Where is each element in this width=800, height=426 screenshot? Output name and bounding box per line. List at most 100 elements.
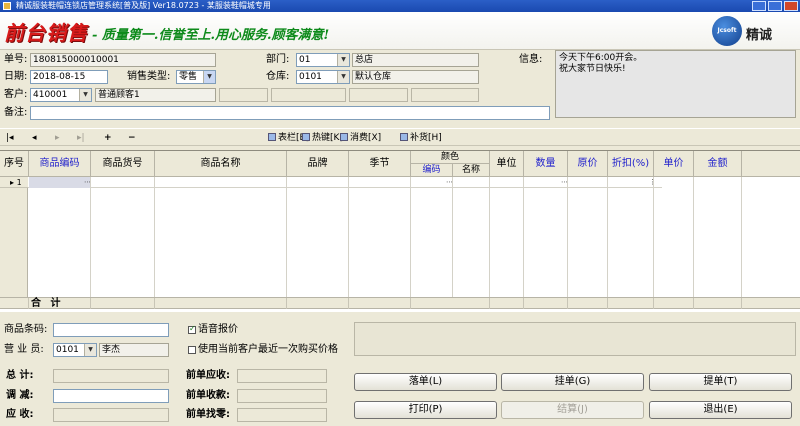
sale-type-value: 零售 — [179, 72, 198, 82]
sale-type-label: 销售类型: — [127, 71, 171, 82]
grid-total-cell — [653, 298, 654, 309]
col-amount[interactable]: 金额 — [694, 151, 742, 177]
dept-code-select[interactable]: 01 ▼ — [296, 53, 350, 67]
prev-record-button[interactable]: ◂ — [32, 131, 37, 145]
settle-button[interactable]: 结算(J) — [501, 401, 644, 419]
hotkey-button[interactable]: 热键[K] — [302, 131, 343, 145]
grid-total-row: 合 计 — [0, 297, 800, 309]
first-record-button[interactable]: |◂ — [6, 131, 14, 145]
col-color-code[interactable]: 编码 — [411, 164, 453, 177]
exit-button[interactable]: 退出(E) — [649, 401, 792, 419]
col-brand[interactable]: 品牌 — [287, 151, 349, 177]
customer-extra-field-1 — [219, 88, 268, 102]
grid-total-cell — [410, 298, 411, 309]
col-unit[interactable]: 单位 — [490, 151, 524, 177]
grid-line — [653, 177, 654, 297]
date-label: 日期: — [4, 71, 28, 82]
customer-name-field: 普通顾客1 — [95, 88, 216, 102]
order-no-field[interactable]: 180815000010001 — [30, 53, 216, 67]
barcode-input[interactable] — [53, 323, 169, 337]
customer-code-select[interactable]: 410001 ▼ — [30, 88, 92, 102]
total-label: 总 计: — [6, 370, 34, 381]
sale-type-select[interactable]: 零售 ▼ — [176, 70, 216, 84]
col-color-name[interactable]: 名称 — [453, 164, 490, 177]
chevron-down-icon[interactable]: ▼ — [337, 71, 349, 83]
dept-label: 部门: — [266, 54, 290, 65]
maximize-icon[interactable] — [768, 1, 782, 11]
supplement-button[interactable]: 补货[H] — [400, 131, 442, 145]
retrieve-order-button[interactable]: 提单(T) — [649, 373, 792, 391]
salesman-code-select[interactable]: 0101 ▼ — [53, 343, 97, 357]
customer-label: 客户: — [4, 89, 28, 100]
col-filler — [742, 151, 800, 177]
hold-order-button[interactable]: 落单(L) — [354, 373, 497, 391]
grid-total-cell — [523, 298, 524, 309]
window-titlebar: 精诚服装鞋帽连锁店管理系统[普及版] Ver18.0723 - 某服装鞋帽城专用 — [0, 0, 800, 12]
grid-total-cell — [286, 298, 287, 309]
order-no-label: 单号: — [4, 54, 28, 65]
col-qty[interactable]: 数量 — [524, 151, 568, 177]
warehouse-code-select[interactable]: 0101 ▼ — [296, 70, 350, 84]
grid-line — [607, 177, 608, 297]
grid-total-label: 合 计 — [31, 298, 64, 309]
print-button[interactable]: 打印(P) — [354, 401, 497, 419]
col-code[interactable]: 商品编码 — [29, 151, 91, 177]
barcode-label: 商品条码: — [4, 324, 48, 335]
consume-label: 消费[X] — [350, 133, 382, 143]
grid-line — [90, 177, 91, 297]
col-name[interactable]: 商品名称 — [155, 151, 287, 177]
selected-cell[interactable] — [29, 177, 90, 188]
last-record-button[interactable]: ▸| — [77, 131, 85, 145]
brand-title: 前台销售 — [4, 21, 88, 45]
grid-line — [452, 177, 453, 297]
chevron-down-icon[interactable]: ▼ — [203, 71, 215, 83]
app-icon — [3, 2, 11, 10]
remark-field[interactable] — [30, 106, 550, 120]
supplement-label: 补货[H] — [410, 133, 442, 143]
delete-row-button[interactable]: − — [128, 131, 136, 145]
window-controls — [752, 1, 798, 11]
grid-line — [741, 177, 742, 297]
date-field[interactable]: 2018-08-15 — [30, 70, 108, 84]
customer-extra-field-3 — [349, 88, 408, 102]
col-season[interactable]: 季节 — [349, 151, 411, 177]
prev-change-label: 前单找零: — [186, 409, 230, 420]
prev-receivable-label: 前单应收: — [186, 370, 230, 381]
minimize-icon[interactable] — [752, 1, 766, 11]
close-icon[interactable] — [784, 1, 798, 11]
col-item-no[interactable]: 商品货号 — [91, 151, 155, 177]
chevron-down-icon[interactable]: ▼ — [337, 54, 349, 66]
grid-line — [348, 177, 349, 297]
suspend-order-button[interactable]: 挂单(G) — [501, 373, 644, 391]
grid-line — [410, 177, 411, 297]
col-discount[interactable]: 折扣(%) — [608, 151, 654, 177]
last-price-checkbox[interactable] — [188, 346, 196, 354]
grid-total-cell — [693, 298, 694, 309]
voice-checkbox[interactable] — [188, 324, 196, 334]
col-orig-price[interactable]: 原价 — [568, 151, 608, 177]
chevron-down-icon[interactable]: ▼ — [84, 344, 96, 356]
info-label: 信息: — [519, 54, 543, 65]
prev-received-label: 前单收款: — [186, 390, 230, 401]
consume-button[interactable]: 消费[X] — [340, 131, 381, 145]
slogan: - 质量第一.信誉至上.用心服务.顾客满意! — [92, 28, 330, 43]
warehouse-name-field: 默认仓库 — [352, 70, 479, 84]
banner: 前台销售 - 质量第一.信誉至上.用心服务.顾客满意! Jcsoft 精诚 — [0, 12, 800, 50]
grid-total-cell — [348, 298, 349, 309]
hotkey-label: 热键[K] — [312, 133, 343, 143]
grid-line — [567, 177, 568, 297]
salesman-name-field: 李杰 — [99, 343, 169, 357]
col-price[interactable]: 单价 — [654, 151, 694, 177]
chevron-down-icon[interactable]: ▼ — [79, 89, 91, 101]
receivable-label: 应 收: — [6, 409, 34, 420]
receivable-field — [53, 408, 169, 422]
adjust-field[interactable] — [53, 389, 169, 403]
add-row-button[interactable]: + — [104, 131, 112, 145]
salesman-code-value: 0101 — [56, 345, 79, 355]
prev-change-field — [237, 408, 327, 422]
row-number: ▸ 1 — [0, 177, 28, 188]
row-header-column — [0, 188, 28, 297]
sales-grid: 序号 商品编码 商品货号 商品名称 品牌 季节 颜色 编码 名称 单位 数量 原… — [0, 150, 800, 312]
next-record-button[interactable]: ▸ — [55, 131, 60, 145]
prev-received-field — [237, 389, 327, 403]
